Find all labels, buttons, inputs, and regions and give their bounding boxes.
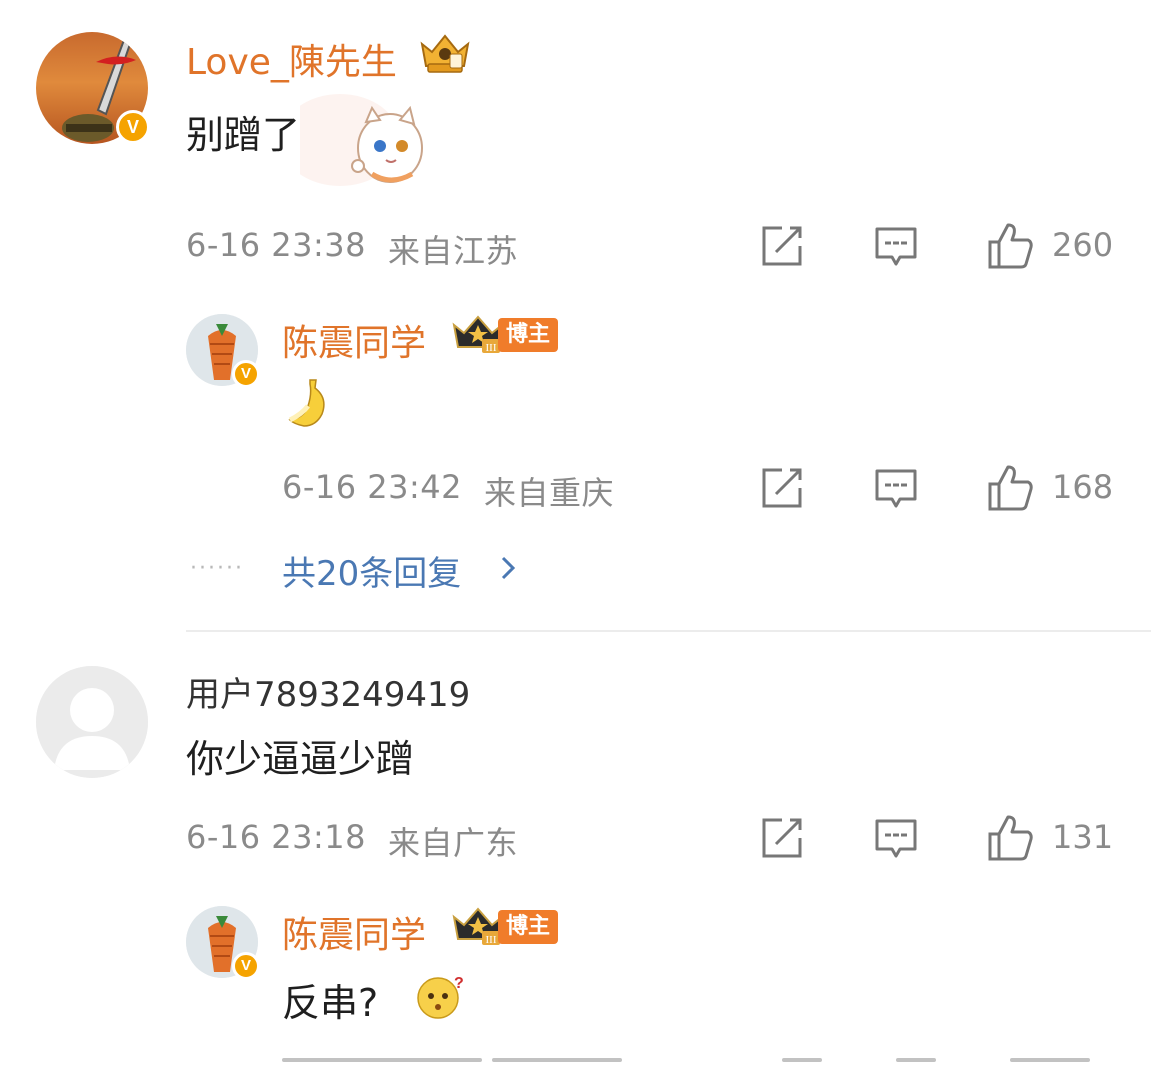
comment-username[interactable]: Love_陳先生	[186, 33, 397, 85]
comment-icon[interactable]	[874, 466, 918, 510]
svg-text:III: III	[486, 342, 497, 354]
verified-v-icon: V	[232, 952, 260, 980]
divider	[186, 630, 1151, 632]
more-replies-label: 共20条回复	[282, 554, 462, 594]
reply-username[interactable]: 陈震同学	[282, 906, 426, 958]
comment-username[interactable]: 用户7893249419	[186, 667, 470, 716]
avatar[interactable]	[36, 666, 148, 778]
avatar[interactable]: V	[36, 32, 150, 144]
like-count: 168	[1052, 468, 1114, 506]
reply-location: 来自重庆	[484, 474, 615, 512]
verified-v-icon: V	[232, 360, 260, 388]
comment-text: 别蹭了	[186, 113, 301, 157]
cutoff-meta-row	[282, 1058, 1142, 1073]
comment-time: 6-16 23:38	[186, 226, 367, 264]
banana-emoji-icon	[282, 376, 336, 430]
like-count: 260	[1052, 226, 1114, 264]
comment-text: 你少逼逼少蹭	[186, 737, 415, 781]
thumbs-up-icon[interactable]	[986, 464, 1034, 512]
chevron-right-icon[interactable]	[498, 554, 518, 582]
share-icon[interactable]	[760, 466, 804, 510]
blogger-badge: 博主	[498, 318, 559, 352]
crown-badge-icon	[418, 30, 472, 78]
more-replies-link[interactable]: 共20条回复	[282, 546, 461, 595]
verified-v-icon: V	[116, 110, 150, 144]
reply-username[interactable]: 陈震同学	[282, 314, 426, 366]
avatar[interactable]: V	[186, 314, 260, 388]
reply-text: 反串?	[282, 981, 379, 1025]
crown-badge-icon: III	[452, 905, 504, 951]
dots-separator: ······	[190, 556, 244, 581]
blogger-badge: 博主	[498, 910, 559, 944]
cat-sticker-icon	[280, 90, 430, 190]
comment-location: 来自广东	[388, 824, 519, 862]
svg-text:III: III	[486, 934, 497, 946]
comment-location: 来自江苏	[388, 232, 519, 270]
comment-icon[interactable]	[874, 816, 918, 860]
thumbs-up-icon[interactable]	[986, 814, 1034, 862]
avatar[interactable]: V	[186, 906, 260, 980]
thumbs-up-icon[interactable]	[986, 222, 1034, 270]
crown-badge-icon: III	[452, 313, 504, 359]
confused-face-emoji-icon: ?	[416, 972, 464, 1020]
like-count: 131	[1052, 818, 1114, 856]
share-icon[interactable]	[760, 224, 804, 268]
comment-time: 6-16 23:18	[186, 818, 367, 856]
comment-icon[interactable]	[874, 224, 918, 268]
reply-time: 6-16 23:42	[282, 468, 463, 506]
svg-text:?: ?	[454, 975, 464, 992]
share-icon[interactable]	[760, 816, 804, 860]
